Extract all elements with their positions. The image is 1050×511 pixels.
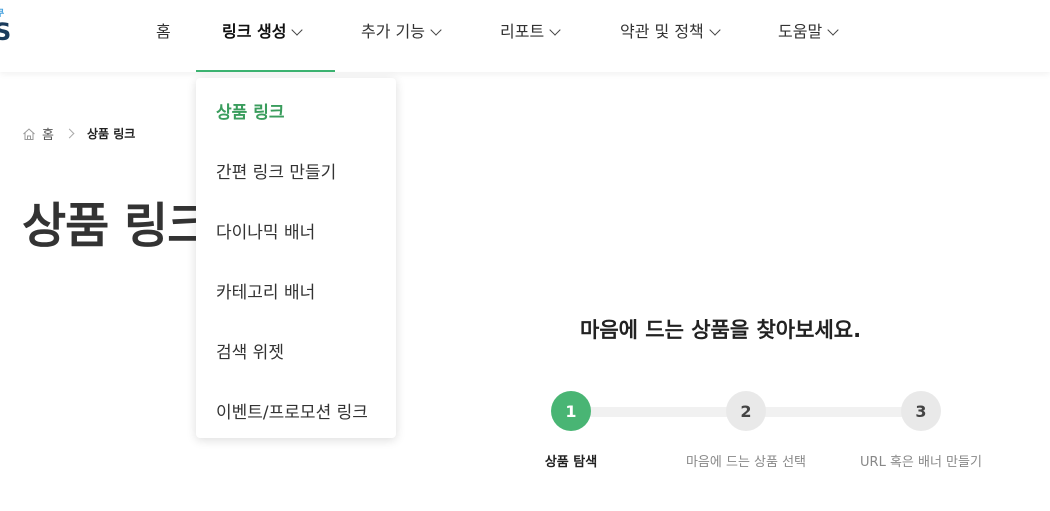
nav-item-label: 추가 기능 [361,22,425,41]
dropdown-item-simple-link[interactable]: 간편 링크 만들기 [216,158,336,183]
step-1-label: 상품 탐색 [544,455,598,470]
step-1-circle: 1 [551,391,591,431]
top-header: 쿠 S 홈 링크 생성 추가 기능 리포트 약관 및 정책 도움말 [0,0,1050,72]
nav-item-label: 링크 생성 [222,22,287,41]
chevron-down-icon [709,24,721,36]
step-3-circle: 3 [901,391,941,431]
chevron-down-icon [291,24,304,36]
chevron-right-icon [64,128,75,139]
dropdown-item-search-widget[interactable]: 검색 위젯 [216,338,284,363]
logo-big-text: S [0,18,12,46]
step-number: 1 [565,401,577,421]
page-title: 상품 링크 [22,198,211,254]
step-number: 2 [740,401,752,421]
step-2-circle: 2 [726,391,766,431]
nav-item-help[interactable]: 도움말 [778,18,839,41]
step-3-label: URL 혹은 배너 만들기 [860,455,982,470]
chevron-down-icon [827,24,839,36]
logo[interactable]: 쿠 S [0,6,12,46]
step-number: 3 [915,401,927,421]
breadcrumb: 홈 상품 링크 [22,124,135,143]
link-create-dropdown: 상품 링크 간편 링크 만들기 다이나믹 배너 카테고리 배너 검색 위젯 이벤… [196,78,396,438]
step-track [571,407,746,417]
steps-headline: 마음에 드는 상품을 찾아보세요. [580,318,862,342]
nav-item-label: 도움말 [778,22,823,41]
dropdown-item-product-link[interactable]: 상품 링크 [216,98,284,123]
nav-item-label: 홈 [156,22,171,41]
nav-item-terms-policy[interactable]: 약관 및 정책 [620,18,721,41]
nav-item-link-create[interactable]: 링크 생성 [222,18,304,41]
active-nav-underline [196,70,335,72]
nav-item-extra-features[interactable]: 추가 기능 [361,18,442,41]
chevron-down-icon [549,24,561,36]
dropdown-item-category-banner[interactable]: 카테고리 배너 [216,278,315,303]
nav-item-report[interactable]: 리포트 [500,18,561,41]
nav-item-label: 약관 및 정책 [620,22,704,41]
step-track [746,407,921,417]
step-2-label: 마음에 드는 상품 선택 [685,455,807,470]
breadcrumb-current: 상품 링크 [86,127,136,141]
chevron-down-icon [430,24,442,36]
nav-item-label: 리포트 [500,22,545,41]
dropdown-item-dynamic-banner[interactable]: 다이나믹 배너 [216,218,315,243]
nav-item-home[interactable]: 홈 [156,18,171,41]
dropdown-item-event-promo-link[interactable]: 이벤트/프로모션 링크 [216,398,368,423]
home-icon[interactable] [22,127,36,141]
breadcrumb-home[interactable]: 홈 [42,124,54,143]
